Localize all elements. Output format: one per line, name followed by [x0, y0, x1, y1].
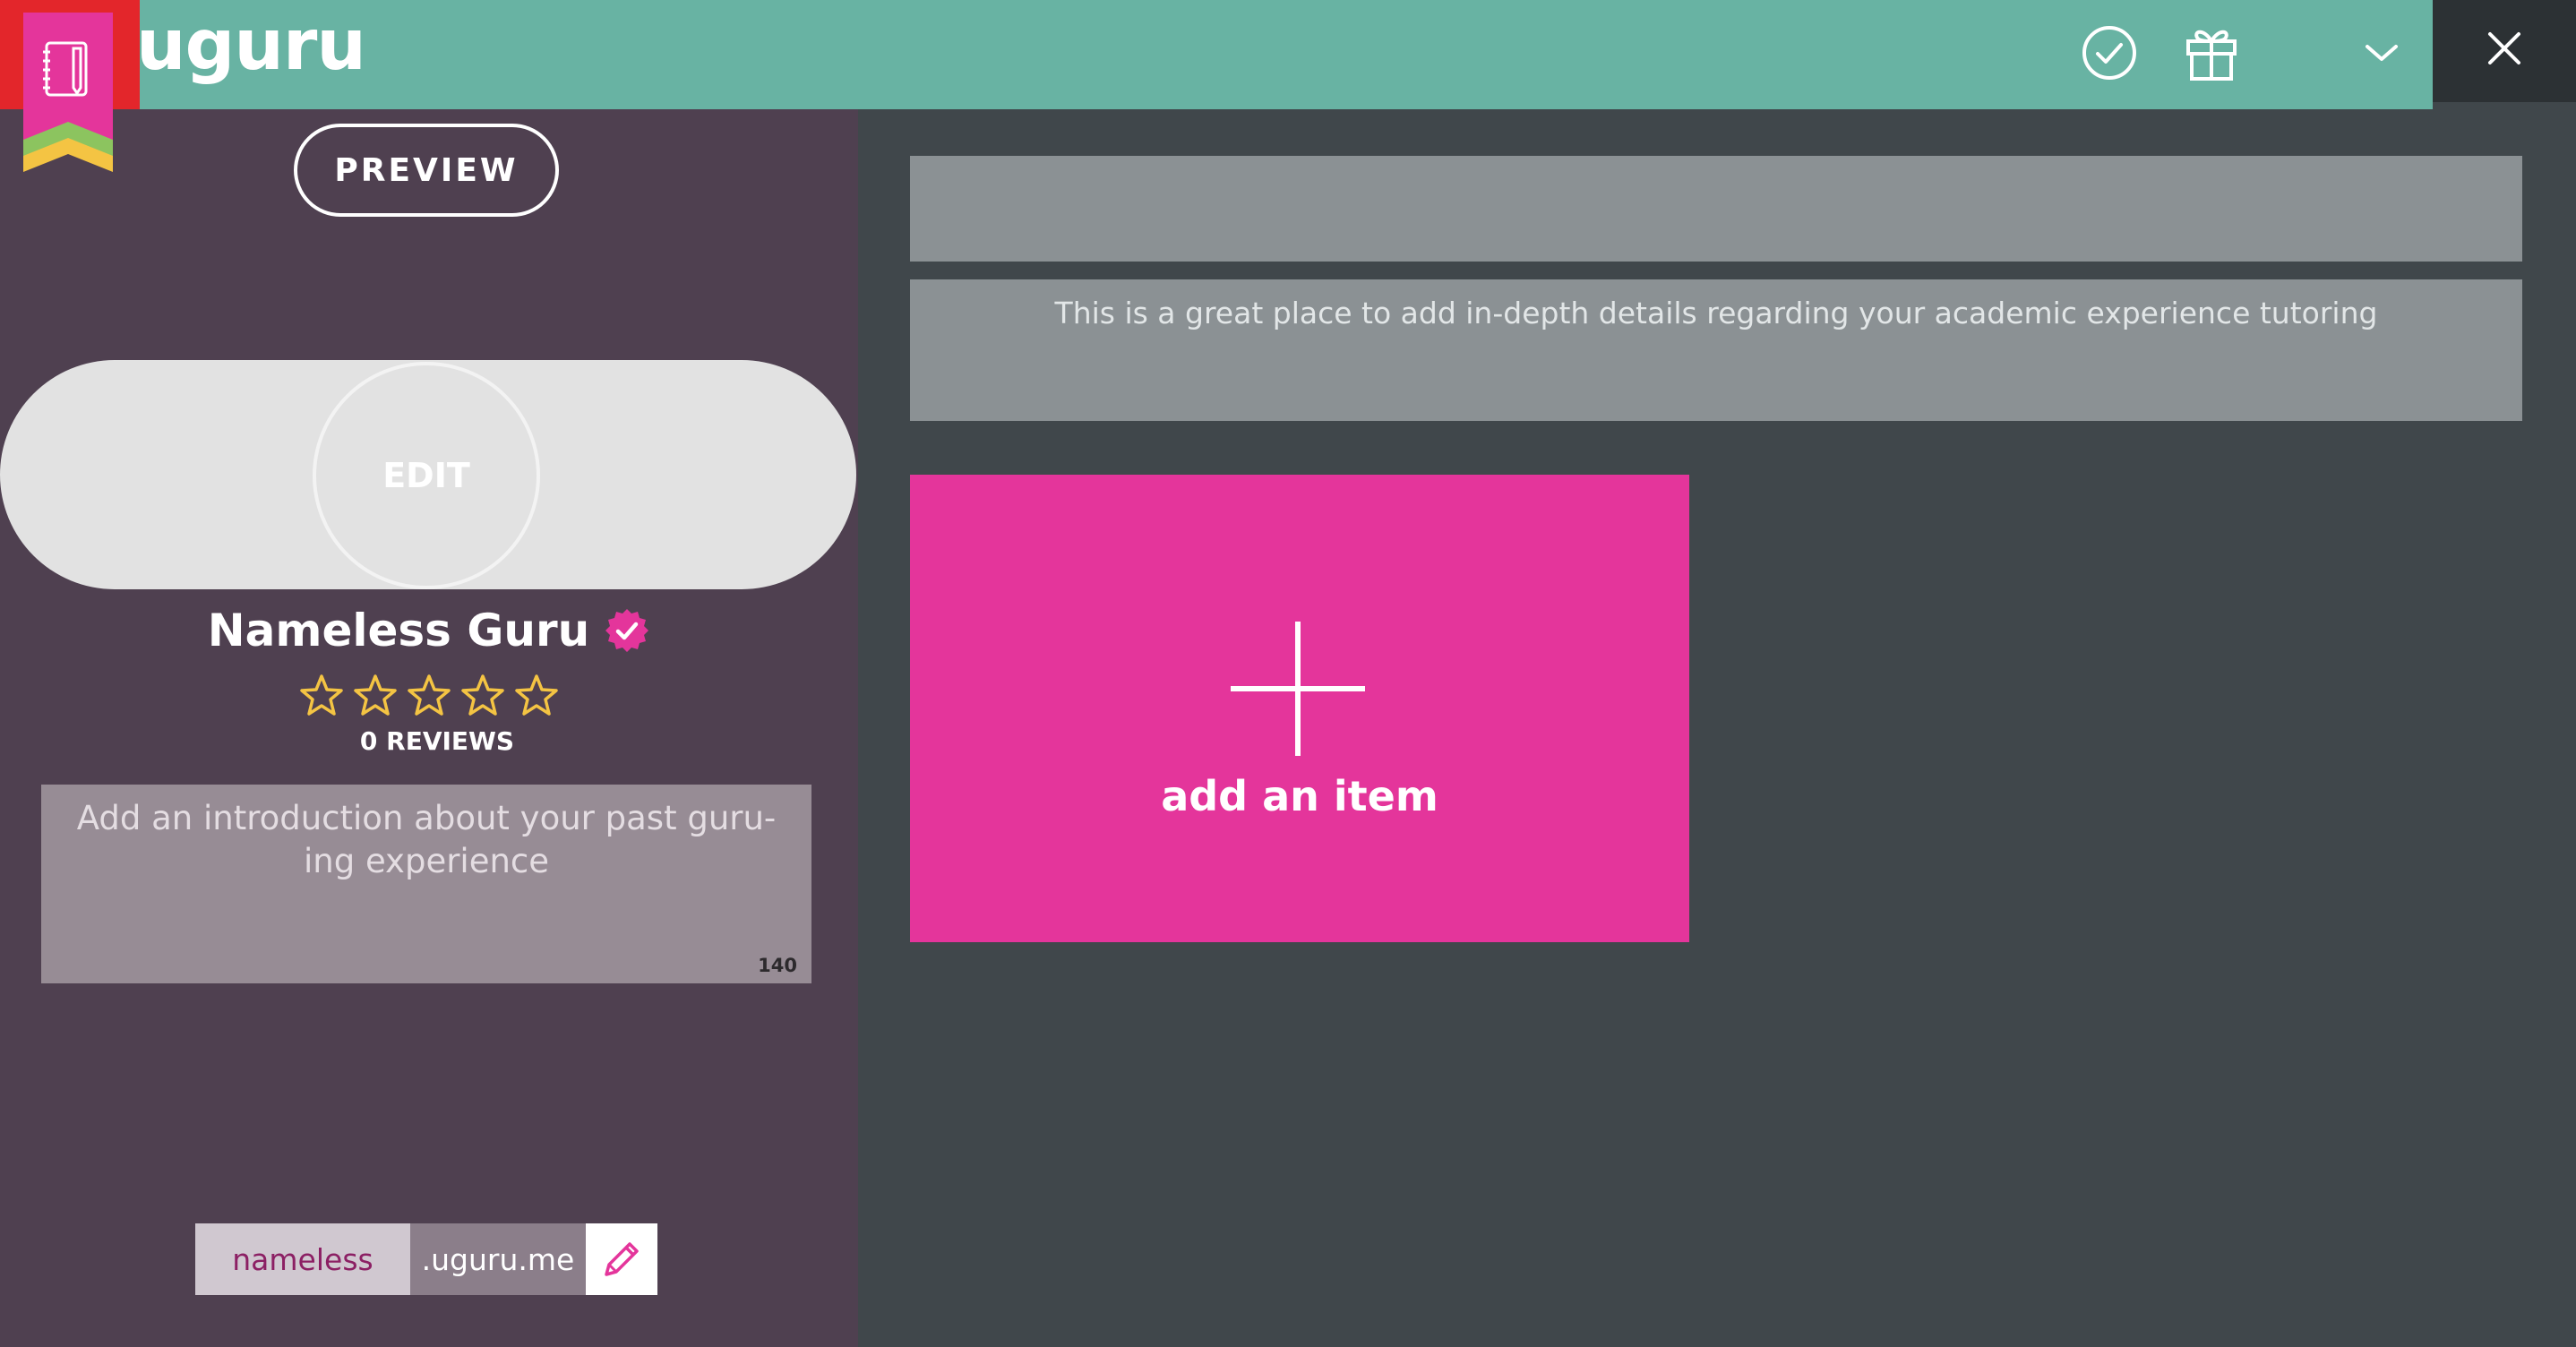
star-empty-icon: [515, 674, 558, 716]
dropdown-toggle[interactable]: [2350, 30, 2413, 75]
close-button[interactable]: [2477, 21, 2531, 75]
header-bar: uguru: [0, 0, 2433, 109]
verified-badge-icon: [605, 609, 649, 652]
title-input[interactable]: [910, 156, 2522, 262]
gift-icon: [2186, 30, 2237, 81]
intro-char-count: 140: [758, 955, 797, 976]
description-placeholder: This is a great place to add in-depth de…: [1054, 296, 2378, 330]
plus-icon: [1231, 622, 1365, 756]
intro-placeholder: Add an introduction about your past guru…: [76, 799, 777, 880]
gift-button[interactable]: [2175, 21, 2248, 84]
star-empty-icon: [300, 674, 343, 716]
profile-name-row: Nameless Guru: [0, 598, 858, 663]
logo-wordmark: uguru: [136, 5, 366, 86]
preview-button[interactable]: PREVIEW: [294, 124, 559, 217]
close-icon: [2488, 32, 2520, 64]
close-area: [2433, 0, 2576, 102]
star-empty-icon: [408, 674, 451, 716]
add-item-label: add an item: [1161, 772, 1438, 820]
description-textarea[interactable]: This is a great place to add in-depth de…: [910, 279, 2522, 421]
chevron-down-icon: [2366, 45, 2398, 61]
profile-url-username[interactable]: nameless: [195, 1223, 410, 1295]
profile-url-domain: .uguru.me: [410, 1223, 586, 1295]
reviews-count: 0 REVIEWS: [359, 726, 515, 756]
avatar-edit-button[interactable]: EDIT: [313, 362, 540, 589]
edit-url-button[interactable]: [586, 1223, 657, 1295]
star-empty-icon: [461, 674, 504, 716]
add-item-button[interactable]: add an item: [910, 475, 1689, 942]
rating-stars: [0, 674, 858, 727]
pencil-icon: [605, 1242, 639, 1276]
app-window: uguru PREVIEW EDIT Nameless Guru 0 REVIE…: [0, 0, 2576, 1347]
bookmark-ribbon-icon: [23, 13, 113, 172]
save-check-button[interactable]: [2073, 23, 2146, 82]
avatar-edit-label: EDIT: [382, 456, 470, 495]
star-empty-icon: [354, 674, 397, 716]
check-circle-icon: [2082, 26, 2136, 80]
profile-name: Nameless Guru: [207, 605, 590, 656]
profile-sidebar: PREVIEW EDIT Nameless Guru 0 REVIEWS Add…: [0, 109, 858, 1347]
intro-textarea[interactable]: Add an introduction about your past guru…: [41, 785, 811, 983]
